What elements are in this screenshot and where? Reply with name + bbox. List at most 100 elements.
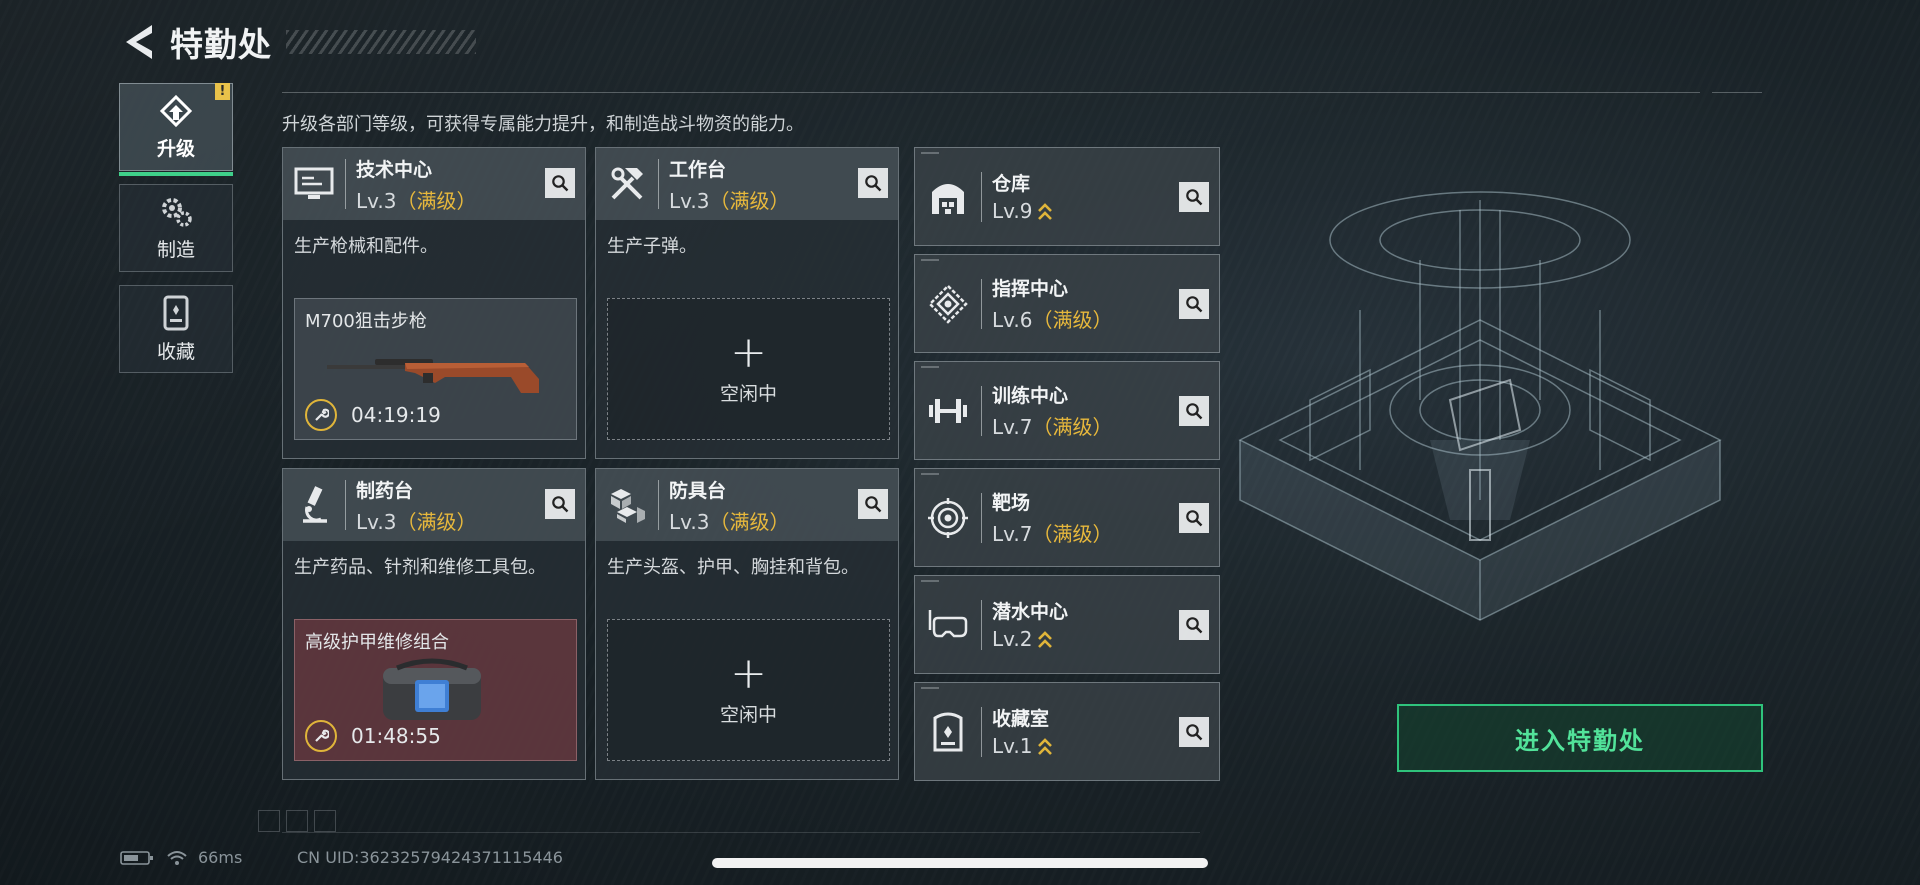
facility-level: Lv.3 bbox=[356, 509, 397, 534]
search-button[interactable] bbox=[1179, 182, 1209, 212]
warehouse-icon bbox=[932, 183, 964, 214]
search-button[interactable] bbox=[1179, 717, 1209, 747]
facility-row-collection-room[interactable]: 收藏室 Lv.1 bbox=[914, 682, 1220, 781]
upgrade-icon bbox=[159, 94, 193, 127]
search-icon bbox=[1186, 189, 1203, 206]
search-button[interactable] bbox=[1179, 610, 1209, 640]
trophy-icon bbox=[163, 295, 189, 330]
facility-level: Lv.2 bbox=[992, 627, 1033, 652]
nav-label: 制造 bbox=[156, 238, 195, 261]
facility-level: Lv.7 bbox=[992, 415, 1033, 439]
nav-collection[interactable]: 收藏 bbox=[119, 285, 233, 373]
hammer-wrench-icon bbox=[611, 167, 643, 200]
back-button[interactable] bbox=[118, 21, 160, 63]
search-button[interactable] bbox=[858, 489, 888, 519]
microscope-icon bbox=[303, 486, 327, 523]
idle-label: 空闲中 bbox=[719, 703, 777, 726]
divider bbox=[282, 832, 1200, 833]
alert-badge: ! bbox=[215, 83, 230, 100]
card-tech-center[interactable]: 技术中心 Lv.3（满级） 生产枪械和配件。 M700狙击步枪 04:19:19 bbox=[282, 147, 586, 459]
monitor-icon bbox=[294, 167, 334, 199]
idle-production-slot[interactable]: + 空闲中 bbox=[607, 298, 890, 440]
production-timer: 04:19:19 bbox=[351, 403, 441, 427]
search-icon bbox=[1186, 510, 1203, 527]
max-level-tag: （满级） bbox=[1032, 415, 1113, 439]
side-nav: ! 升级 制造 收藏 bbox=[119, 83, 233, 386]
facility-row-diving-center[interactable]: 潜水中心 Lv.2 bbox=[914, 575, 1220, 674]
idle-production-slot[interactable]: + 空闲中 bbox=[607, 619, 890, 761]
search-icon bbox=[865, 175, 882, 192]
nav-label: 收藏 bbox=[156, 340, 195, 363]
plus-icon: + bbox=[730, 647, 767, 699]
armor-repair-kit-image bbox=[383, 658, 481, 720]
enter-button-label: 进入特勤处 bbox=[1515, 726, 1645, 755]
facility-level: Lv.7 bbox=[992, 522, 1033, 546]
boxes-icon bbox=[611, 489, 645, 523]
max-level-tag: （满级） bbox=[1032, 522, 1113, 546]
facility-row-shooting-range[interactable]: 靶场 Lv.7（满级） bbox=[914, 468, 1220, 567]
search-icon bbox=[1186, 724, 1203, 741]
search-icon bbox=[1186, 403, 1203, 420]
nav-upgrade[interactable]: ! 升级 bbox=[119, 83, 233, 176]
nav-craft[interactable]: 制造 bbox=[119, 184, 233, 272]
max-level-tag: （满级） bbox=[1032, 308, 1113, 332]
page-description: 升级各部门等级，可获得专属能力提升，和制造战斗物资的能力。 bbox=[282, 114, 804, 135]
search-button[interactable] bbox=[1179, 503, 1209, 533]
plus-icon: + bbox=[730, 326, 767, 378]
upgrade-arrow-icon bbox=[1037, 737, 1052, 755]
user-uid: CN UID:36232579424371115446 bbox=[297, 848, 563, 867]
card-header: 防具台 Lv.3（满级） bbox=[596, 469, 898, 541]
battery-icon bbox=[120, 850, 153, 865]
enter-special-ops-button[interactable]: 进入特勤处 bbox=[1397, 704, 1763, 772]
upgrade-arrow-icon bbox=[1037, 202, 1052, 220]
max-level-tag: （满级） bbox=[709, 509, 790, 534]
divider bbox=[1712, 92, 1762, 93]
facility-row-training-center[interactable]: 训练中心 Lv.7（满级） bbox=[914, 361, 1220, 460]
facility-level: Lv.6 bbox=[992, 308, 1033, 332]
base-blueprint-illustration bbox=[1238, 191, 1722, 621]
production-slot[interactable]: M700狙击步枪 04:19:19 bbox=[294, 298, 577, 440]
card-workbench[interactable]: 工作台 Lv.3（满级） 生产子弹。 + 空闲中 bbox=[595, 147, 899, 459]
home-indicator[interactable] bbox=[712, 858, 1208, 868]
wrench-icon bbox=[305, 720, 337, 752]
title-decoration bbox=[286, 30, 476, 54]
search-button[interactable] bbox=[545, 489, 575, 519]
facility-description: 生产头盔、护甲、胸挂和背包。 bbox=[607, 557, 859, 578]
facility-row-command-center[interactable]: 指挥中心 Lv.6（满级） bbox=[914, 254, 1220, 353]
wrench-icon bbox=[305, 399, 337, 431]
target-icon bbox=[928, 497, 968, 538]
ping-value: 66ms bbox=[198, 848, 243, 867]
sniper-rifle-image bbox=[327, 359, 539, 393]
trophy-icon bbox=[933, 712, 963, 751]
max-level-tag: （满级） bbox=[709, 188, 790, 213]
back-arrow-icon bbox=[126, 25, 152, 59]
search-button[interactable] bbox=[1179, 396, 1209, 426]
max-level-tag: （满级） bbox=[396, 509, 477, 534]
divider bbox=[282, 92, 1700, 93]
search-icon bbox=[552, 496, 569, 513]
card-header: 工作台 Lv.3（满级） bbox=[596, 148, 898, 220]
idle-label: 空闲中 bbox=[719, 382, 777, 405]
card-armor-bench[interactable]: 防具台 Lv.3（满级） 生产头盔、护甲、胸挂和背包。 + 空闲中 bbox=[595, 468, 899, 780]
facility-level: Lv.3 bbox=[356, 188, 397, 213]
upgrade-arrow-icon bbox=[1037, 630, 1052, 648]
wifi-icon bbox=[167, 850, 187, 865]
command-icon bbox=[928, 283, 968, 324]
production-slot[interactable]: 高级护甲维修组合 01:48:55 bbox=[294, 619, 577, 761]
search-icon bbox=[865, 496, 882, 513]
nav-label: 升级 bbox=[156, 137, 195, 160]
card-pharmacy[interactable]: 制药台 Lv.3（满级） 生产药品、针剂和维修工具包。 高级护甲维修组合 01:… bbox=[282, 468, 586, 780]
search-icon bbox=[1186, 296, 1203, 313]
facility-level: Lv.9 bbox=[992, 199, 1033, 224]
search-button[interactable] bbox=[858, 168, 888, 198]
search-icon bbox=[1186, 617, 1203, 634]
page-header: 特勤处 bbox=[118, 18, 476, 66]
facility-description: 生产枪械和配件。 bbox=[294, 236, 438, 257]
facility-row-warehouse[interactable]: 仓库 Lv.9 bbox=[914, 147, 1220, 246]
production-item-name: 高级护甲维修组合 bbox=[305, 632, 449, 653]
page-title: 特勤处 bbox=[170, 25, 272, 64]
gears-icon bbox=[162, 197, 192, 227]
search-button[interactable] bbox=[1179, 289, 1209, 319]
search-button[interactable] bbox=[545, 168, 575, 198]
search-icon bbox=[552, 175, 569, 192]
